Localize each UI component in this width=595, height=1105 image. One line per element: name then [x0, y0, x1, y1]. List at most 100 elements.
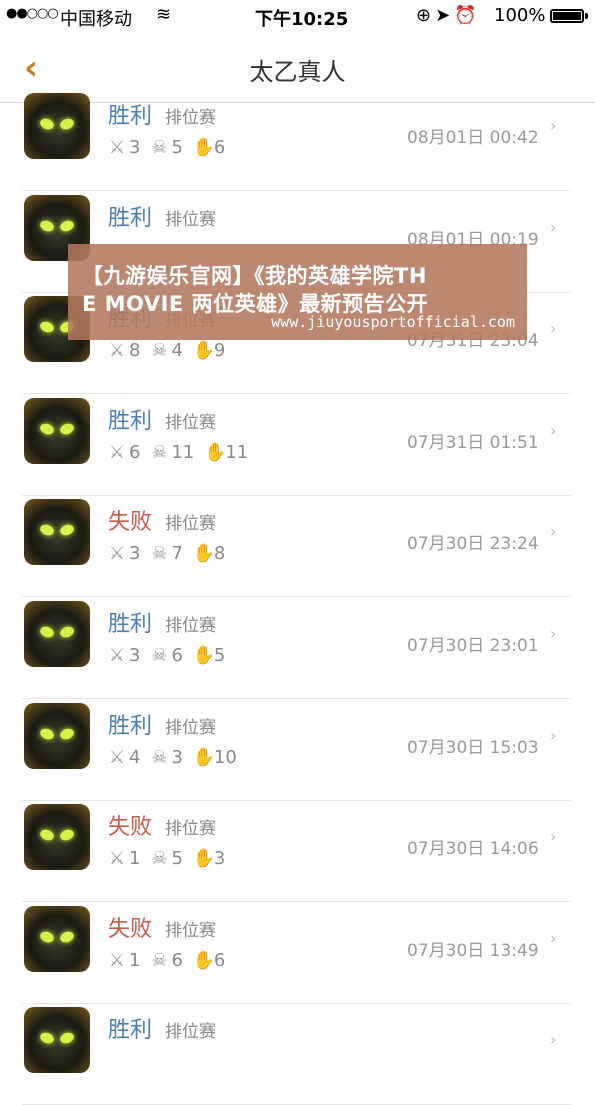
match-row[interactable]: 胜利 排位赛 ⚔ 3 ☠ 6 ✋5 07月30日 23:01 ›	[0, 598, 595, 699]
hero-avatar	[24, 499, 90, 566]
kills-stat: ⚔ 1	[108, 848, 141, 870]
chevron-right-icon: ›	[550, 522, 557, 542]
paw-icon: ✋	[192, 340, 216, 362]
match-result: 胜利	[108, 408, 153, 434]
kills-value: 3	[129, 137, 141, 158]
sword-icon: ⚔	[108, 340, 126, 362]
match-mode: 排位赛	[165, 920, 216, 941]
match-mode: 排位赛	[165, 108, 216, 128]
hero-avatar	[24, 93, 90, 159]
assists-stat: ✋6	[193, 137, 225, 158]
kda-stats: ⚔ 3 ☠ 7 ✋8	[108, 543, 235, 564]
chevron-right-icon: ›	[550, 319, 557, 339]
match-date: 07月30日 14:06	[407, 839, 539, 860]
battery-tip	[585, 13, 588, 19]
paw-icon: ✋	[192, 949, 216, 971]
kills-value: 3	[129, 543, 141, 565]
sword-icon: ⚔	[108, 645, 126, 666]
kills-stat: ⚔ 6	[108, 441, 141, 463]
deaths-stat: ☠ 4	[150, 340, 183, 362]
chevron-right-icon: ›	[550, 725, 557, 745]
promo-banner[interactable]: 【九游娱乐官网】《我的英雄学院TH E MOVIE 两位英雄》最新预告公开 ww…	[68, 244, 527, 340]
skull-icon: ☠	[151, 441, 168, 463]
match-result: 失败	[108, 815, 153, 841]
match-result: 胜利	[108, 713, 153, 739]
assists-stat: ✋6	[193, 950, 225, 971]
match-row[interactable]: 胜利 排位赛 ⚔ 6 ☠ 11 ✋11 07月31日 01:51 ›	[0, 395, 595, 496]
promo-line-1: 【九游娱乐官网】《我的英雄学院TH	[82, 264, 427, 288]
hero-avatar	[24, 702, 90, 769]
deaths-stat: ☠ 6	[150, 645, 183, 666]
hero-avatar	[24, 905, 90, 972]
assists-stat: ✋10	[193, 747, 237, 768]
carrier-label: 中国移动	[60, 9, 132, 30]
sword-icon: ⚔	[108, 949, 126, 971]
chevron-right-icon: ›	[550, 217, 557, 237]
sword-icon: ⚔	[108, 543, 126, 565]
system-icons: ⊕➤⏰	[416, 5, 481, 26]
kills-stat: ⚔ 1	[108, 949, 141, 971]
skull-icon: ☠	[151, 340, 168, 362]
kills-value: 4	[129, 746, 141, 768]
promo-url: www.jiuyousportofficial.com	[271, 313, 515, 331]
deaths-stat: ☠ 6	[150, 949, 183, 971]
deaths-stat: ☠ 11	[150, 442, 194, 463]
match-date: 07月30日 23:01	[407, 636, 539, 656]
match-result: 失败	[108, 916, 153, 942]
deaths-value: 5	[171, 137, 183, 158]
kills-value: 8	[129, 340, 141, 362]
kills-stat: ⚔ 3	[108, 137, 141, 158]
match-mode: 排位赛	[165, 514, 216, 535]
assists-value: 3	[213, 848, 226, 870]
sword-icon: ⚔	[108, 848, 126, 870]
match-row[interactable]: 失败 排位赛 ⚔ 3 ☠ 7 ✋8 07月30日 23:24 ›	[0, 496, 595, 598]
assists-value: 6	[213, 949, 226, 971]
chevron-right-icon: ›	[550, 420, 557, 440]
kda-stats: ⚔ 6 ☠ 11 ✋11	[108, 442, 258, 463]
paw-icon: ✋	[192, 645, 216, 666]
match-result: 胜利	[108, 612, 153, 637]
match-date: 07月30日 13:49	[407, 940, 539, 961]
skull-icon: ☠	[151, 949, 168, 971]
kda-stats: ⚔ 3 ☠ 6 ✋5	[108, 645, 235, 666]
deaths-stat: ☠ 5	[150, 137, 183, 158]
deaths-value: 4	[171, 340, 183, 362]
deaths-stat: ☠ 7	[150, 543, 183, 565]
match-row[interactable]: 失败 排位赛 ⚔ 1 ☠ 5 ✋3 07月30日 14:06 ›	[0, 801, 595, 903]
match-result: 胜利	[108, 205, 153, 231]
match-row[interactable]: 失败 排位赛 ⚔ 1 ☠ 6 ✋6 07月30日 13:49 ›	[0, 903, 595, 1004]
assists-value: 8	[213, 543, 226, 565]
skull-icon: ☠	[151, 137, 168, 158]
kills-value: 6	[129, 441, 141, 463]
kills-value: 1	[129, 848, 141, 870]
signal-icon: ●●○○○	[6, 6, 59, 21]
hero-avatar	[24, 1007, 90, 1074]
match-row[interactable]: 胜利 排位赛 ›	[0, 1004, 595, 1105]
match-row[interactable]: 胜利 排位赛 ⚔ 3 ☠ 5 ✋6 08月01日 00:42 ›	[0, 90, 595, 191]
match-mode: 排位赛	[165, 819, 216, 840]
kda-stats: ⚔ 8 ☠ 4 ✋9	[108, 340, 235, 361]
assists-value: 6	[213, 137, 226, 158]
kills-value: 1	[129, 949, 141, 971]
assists-stat: ✋8	[193, 543, 225, 564]
chevron-right-icon: ›	[550, 1030, 557, 1050]
kda-stats: ⚔ 3 ☠ 5 ✋6	[108, 137, 235, 158]
deaths-value: 5	[171, 848, 183, 870]
skull-icon: ☠	[151, 645, 168, 666]
chevron-right-icon: ›	[550, 624, 557, 643]
kills-value: 3	[129, 645, 141, 666]
match-row[interactable]: 胜利 排位赛 ⚔ 4 ☠ 3 ✋10 07月30日 15:03 ›	[0, 700, 595, 801]
match-date: 07月31日 01:51	[407, 432, 539, 453]
chevron-right-icon: ›	[550, 116, 557, 135]
skull-icon: ☠	[151, 848, 168, 870]
chevron-right-icon: ›	[550, 928, 557, 948]
assists-stat: ✋11	[204, 442, 248, 463]
match-date: 07月30日 23:24	[407, 534, 539, 555]
match-mode: 排位赛	[165, 717, 216, 738]
status-bar: ●●○○○ 中国移动 ≋ 下午10:25 ⊕➤⏰ 100%	[0, 0, 595, 34]
assists-stat: ✋9	[193, 340, 225, 361]
match-mode: 排位赛	[165, 1022, 216, 1043]
deaths-value: 6	[171, 949, 183, 971]
paw-icon: ✋	[204, 441, 227, 463]
skull-icon: ☠	[151, 543, 168, 565]
